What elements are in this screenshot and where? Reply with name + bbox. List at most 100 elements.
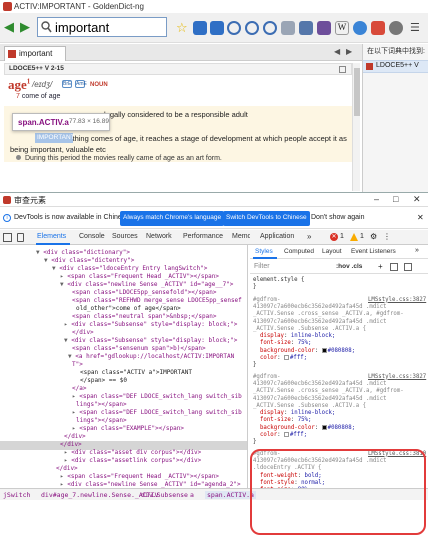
dom-node-line[interactable]: ▼ <a href="gdlookup://localhost/ACTIV:IM… [68, 353, 234, 360]
sound-us-button[interactable]: AmE [75, 80, 87, 88]
dictionary-header[interactable]: LDOCE5++ V 2-15 [4, 63, 352, 75]
dont-show-again-link[interactable]: Don't show again [311, 214, 364, 221]
dom-node-line[interactable]: </div> [56, 465, 78, 472]
subtab-styles[interactable]: Styles [255, 248, 273, 255]
save-icon[interactable] [299, 21, 313, 35]
minimize-icon[interactable]: – [374, 194, 379, 204]
tab-scroll-right-icon[interactable]: ▶ [346, 47, 352, 56]
wikipedia-icon[interactable]: W [335, 21, 349, 35]
dictionary-icon[interactable] [317, 21, 331, 35]
dom-node-line[interactable]: ▼ <div class="dictionary"> [36, 249, 130, 256]
banner-close-icon[interactable]: ✕ [417, 213, 424, 222]
add-rule-icon[interactable]: + [378, 262, 383, 271]
dom-node-line[interactable]: <span class="LDOCE5pp_sensefold"></span> [72, 289, 217, 296]
dom-node-line[interactable]: ▼ <div class="ldoceEntry Entry langSwitc… [52, 265, 207, 272]
menu-icon[interactable]: ☰ [410, 21, 420, 34]
forward-icon[interactable]: ▶ [20, 20, 30, 33]
article-scrollbar[interactable] [352, 63, 360, 191]
device-toolbar-icon[interactable] [17, 233, 24, 242]
zoom-out-icon[interactable] [245, 21, 259, 35]
found-in-item[interactable]: LDOCE5++ V [363, 60, 428, 73]
subtab-computed[interactable]: Computed [284, 248, 314, 255]
switch-chinese-button[interactable]: Switch DevTools to Chinese [223, 211, 310, 226]
print-icon[interactable] [281, 21, 295, 35]
dom-node-line[interactable]: </div> [72, 329, 94, 336]
settings-gear-icon[interactable]: ⚙ [370, 232, 377, 241]
dom-node-line[interactable]: ▸ <span class="EXAMPLE"></span> [72, 425, 184, 432]
breadcrumb-item[interactable]: div.Subsense [141, 491, 188, 499]
dom-node-line[interactable]: ▸ <span class="DEF LDOCE_switch_lang swi… [72, 409, 242, 416]
color-swatch-icon[interactable] [321, 424, 327, 430]
tab-application[interactable]: Application [260, 233, 294, 240]
breadcrumb-item[interactable]: a [190, 491, 194, 499]
tab-important[interactable]: important [4, 46, 66, 61]
dom-node-line[interactable]: ▸ <span class="DEF LDOCE_switch_lang swi… [72, 393, 242, 400]
dom-node-line[interactable]: <span class="REFHWD merge_sense LDOCE5pp… [72, 297, 242, 304]
dom-node-line[interactable]: </span> == $0 [80, 377, 127, 384]
breadcrumb-item[interactable]: span.ACTIV.a [205, 491, 256, 499]
zoom-in-icon[interactable] [227, 21, 241, 35]
style-property[interactable]: font-size: 75%; [260, 417, 311, 423]
dom-node-line[interactable]: ▸ <div class="asset div corpus"></div> [64, 449, 201, 456]
dom-node-line[interactable]: lings"></span> [76, 401, 127, 408]
hov-cls-buttons[interactable]: :hov .cls [336, 263, 362, 270]
dom-node-line[interactable]: <span class="sensenum span">b)</span> [72, 345, 206, 352]
zoom-reset-icon[interactable] [263, 21, 277, 35]
search-input[interactable]: important [37, 17, 167, 37]
toggle-element-state-icon[interactable] [390, 263, 398, 271]
tab-sources[interactable]: Sources [112, 233, 138, 240]
dom-node-line[interactable]: ▸ <div class="newline Sense _ACTIV" id="… [60, 481, 241, 488]
dom-node-line[interactable]: ▸ <div class="Subsense" style="display: … [64, 321, 237, 328]
prev-article-icon[interactable] [193, 21, 207, 35]
filter-input[interactable]: Filter [254, 263, 270, 270]
dom-node-line[interactable]: T"> [72, 361, 83, 368]
subtab-event-listeners[interactable]: Event Listeners [351, 248, 396, 255]
computed-sidebar-icon[interactable] [404, 263, 412, 271]
style-property[interactable]: color: #fff; [260, 432, 307, 438]
tab-scroll-left-icon[interactable]: ◀ [334, 47, 340, 56]
rule-source-link[interactable]: LMSstyle.css:3827 [368, 297, 426, 303]
star-icon[interactable]: ☆ [176, 21, 190, 35]
web-icon[interactable] [353, 21, 367, 35]
tab-elements[interactable]: Elements [37, 233, 66, 240]
style-property[interactable]: display: inline-block; [260, 333, 335, 339]
color-swatch-icon[interactable] [283, 355, 289, 360]
warning-icon[interactable] [350, 233, 358, 241]
dom-node-line[interactable]: <span class="ACTIV a">IMPORTANT [80, 369, 192, 376]
tab-network[interactable]: Network [146, 233, 172, 240]
inspected-element-highlight[interactable]: IMPORTANT [35, 133, 75, 143]
style-property[interactable]: display: inline-block; [260, 410, 335, 416]
inspect-element-icon[interactable] [3, 233, 12, 242]
dom-node-line[interactable]: old_other">come of age</span> [76, 305, 181, 312]
maximize-icon[interactable]: □ [393, 194, 398, 204]
elements-dom-tree[interactable]: ▼ <div class="dictionary"> ▼ <div class="… [0, 245, 248, 488]
dom-node-line[interactable]: ▸ <span class="Frequent Head _ACTIV"></s… [60, 273, 219, 280]
color-swatch-icon[interactable] [283, 432, 289, 437]
scrollbar-thumb[interactable] [354, 68, 360, 116]
sound-uk-button[interactable]: BrE [62, 80, 72, 88]
style-property[interactable]: background-color: #080808; [260, 347, 355, 354]
dom-node-line[interactable]: </a> [72, 385, 86, 392]
dom-node-line[interactable]: ▸ <span class="Frequent Head _ACTIV"></s… [60, 473, 219, 480]
dom-node-line[interactable]: ▸ <div class="assetlink corpus"></div> [64, 457, 201, 464]
dom-node-line[interactable]: </div> [64, 433, 86, 440]
dom-node-line[interactable]: ▼ <div class="Subsense" style="display: … [64, 337, 237, 344]
style-property[interactable]: background-color: #080808; [260, 424, 355, 431]
collapse-icon[interactable] [339, 66, 346, 73]
settings-icon[interactable] [389, 21, 403, 35]
dom-node-line[interactable]: <span class="neutral span">&nbsp;</span> [72, 313, 217, 320]
breadcrumb-item[interactable]: jSwitch [3, 491, 30, 499]
dom-node-line[interactable]: ▼ <div class="newline Sense _ACTIV" id="… [60, 281, 233, 288]
match-language-button[interactable]: Always match Chrome's language [120, 211, 225, 226]
subtab-layout[interactable]: Layout [322, 248, 342, 255]
more-tabs-icon[interactable]: » [307, 232, 311, 241]
color-swatch-icon[interactable] [321, 347, 327, 353]
style-property[interactable]: color: #fff; [260, 355, 307, 361]
close-icon[interactable]: ✕ [413, 194, 421, 205]
next-article-icon[interactable] [210, 21, 224, 35]
error-icon[interactable]: ✕ [330, 233, 338, 241]
translate-icon[interactable] [371, 21, 385, 35]
rule-source-link[interactable]: LMSstyle.css:3827 [368, 374, 426, 380]
kebab-menu-icon[interactable]: ⋮ [383, 232, 391, 241]
tab-console[interactable]: Console [79, 233, 105, 240]
